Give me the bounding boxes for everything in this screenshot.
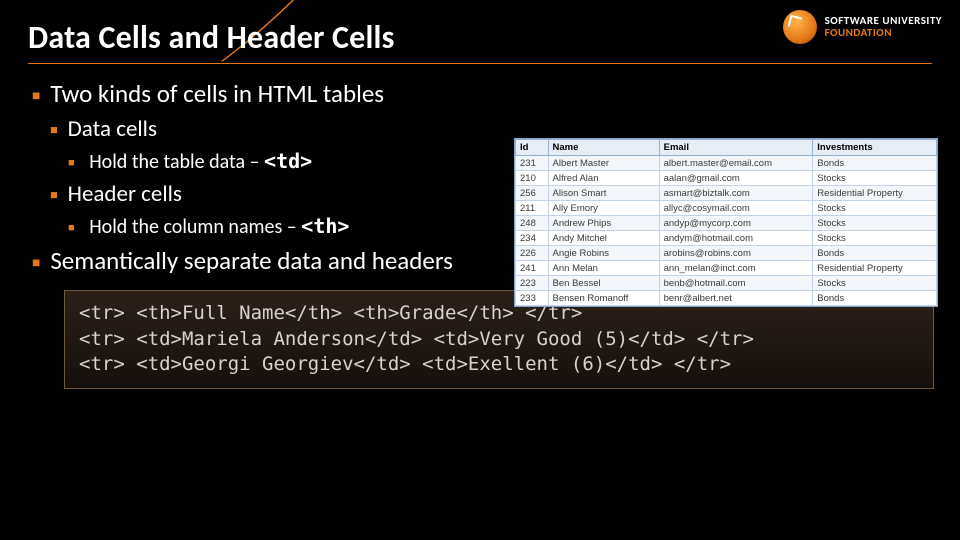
mini-td: Bensen Romanoff xyxy=(548,291,659,306)
mini-th: Email xyxy=(659,140,813,156)
bullet-th-text: Hold the column names – xyxy=(89,215,301,239)
table-row: 211Ally Emoryallyc@cosymail.comStocks xyxy=(516,201,937,216)
table-row: 241Ann Melanann_melan@inct.comResidentia… xyxy=(516,261,937,276)
mini-td: Albert Master xyxy=(548,156,659,171)
mini-td: 223 xyxy=(516,276,549,291)
mini-td: andym@hotmail.com xyxy=(659,231,813,246)
mini-td: Bonds xyxy=(813,291,937,306)
mini-td: Residential Property xyxy=(813,261,937,276)
example-table: IdNameEmailInvestments 231Albert Mastera… xyxy=(515,139,937,306)
table-row: 233Bensen Romanoffbenr@albert.netBonds xyxy=(516,291,937,306)
mini-td: asmart@biztalk.com xyxy=(659,186,813,201)
mini-td: 210 xyxy=(516,171,549,186)
td-tag-code: <td> xyxy=(264,149,312,173)
table-row: 231Albert Masteralbert.master@email.comB… xyxy=(516,156,937,171)
mini-td: Stocks xyxy=(813,201,937,216)
mini-td: albert.master@email.com xyxy=(659,156,813,171)
mini-td: 248 xyxy=(516,216,549,231)
bullet-td-text: Hold the table data – xyxy=(89,150,264,174)
th-tag-code: <th> xyxy=(301,214,349,238)
mini-td: 256 xyxy=(516,186,549,201)
mini-td: arobins@robins.com xyxy=(659,246,813,261)
mini-td: Bonds xyxy=(813,246,937,261)
table-row: 226Angie Robinsarobins@robins.comBonds xyxy=(516,246,937,261)
table-row: 256Alison Smartasmart@biztalk.comResiden… xyxy=(516,186,937,201)
mini-td: Residential Property xyxy=(813,186,937,201)
code-line-2: <tr> <td>Mariela Anderson</td> <td>Very … xyxy=(79,328,754,350)
mini-td: 211 xyxy=(516,201,549,216)
mini-td: Andy Mitchel xyxy=(548,231,659,246)
example-table-image: IdNameEmailInvestments 231Albert Mastera… xyxy=(514,138,938,307)
slide-title: Data Cells and Header Cells xyxy=(28,18,932,64)
code-line-1: <tr> <th>Full Name</th> <th>Grade</th> <… xyxy=(79,302,582,324)
code-line-3: <tr> <td>Georgi Georgiev</td> <td>Exelle… xyxy=(79,353,731,375)
mini-td: 231 xyxy=(516,156,549,171)
mini-td: andyp@mycorp.com xyxy=(659,216,813,231)
mini-td: ann_melan@inct.com xyxy=(659,261,813,276)
mini-td: Alison Smart xyxy=(548,186,659,201)
mini-td: Ben Bessel xyxy=(548,276,659,291)
table-row: 223Ben Besselbenb@hotmail.comStocks xyxy=(516,276,937,291)
mini-td: 241 xyxy=(516,261,549,276)
mini-td: benb@hotmail.com xyxy=(659,276,813,291)
mini-td: Ann Melan xyxy=(548,261,659,276)
mini-th: Investments xyxy=(813,140,937,156)
table-row: 248Andrew Phipsandyp@mycorp.comStocks xyxy=(516,216,937,231)
mini-td: Stocks xyxy=(813,171,937,186)
mini-td: Angie Robins xyxy=(548,246,659,261)
mini-td: Alfred Alan xyxy=(548,171,659,186)
mini-th: Id xyxy=(516,140,549,156)
mini-td: Ally Emory xyxy=(548,201,659,216)
mini-td: Stocks xyxy=(813,231,937,246)
mini-td: allyc@cosymail.com xyxy=(659,201,813,216)
mini-td: Bonds xyxy=(813,156,937,171)
mini-th: Name xyxy=(548,140,659,156)
mini-td: Andrew Phips xyxy=(548,216,659,231)
mini-td: Stocks xyxy=(813,276,937,291)
mini-td: 233 xyxy=(516,291,549,306)
mini-td: 226 xyxy=(516,246,549,261)
bullet-two-kinds: Two kinds of cells in HTML tables xyxy=(32,78,932,109)
table-row: 210Alfred Alanaalan@gmail.comStocks xyxy=(516,171,937,186)
mini-td: aalan@gmail.com xyxy=(659,171,813,186)
table-row: 234Andy Mitchelandym@hotmail.comStocks xyxy=(516,231,937,246)
mini-td: benr@albert.net xyxy=(659,291,813,306)
mini-td: Stocks xyxy=(813,216,937,231)
mini-td: 234 xyxy=(516,231,549,246)
